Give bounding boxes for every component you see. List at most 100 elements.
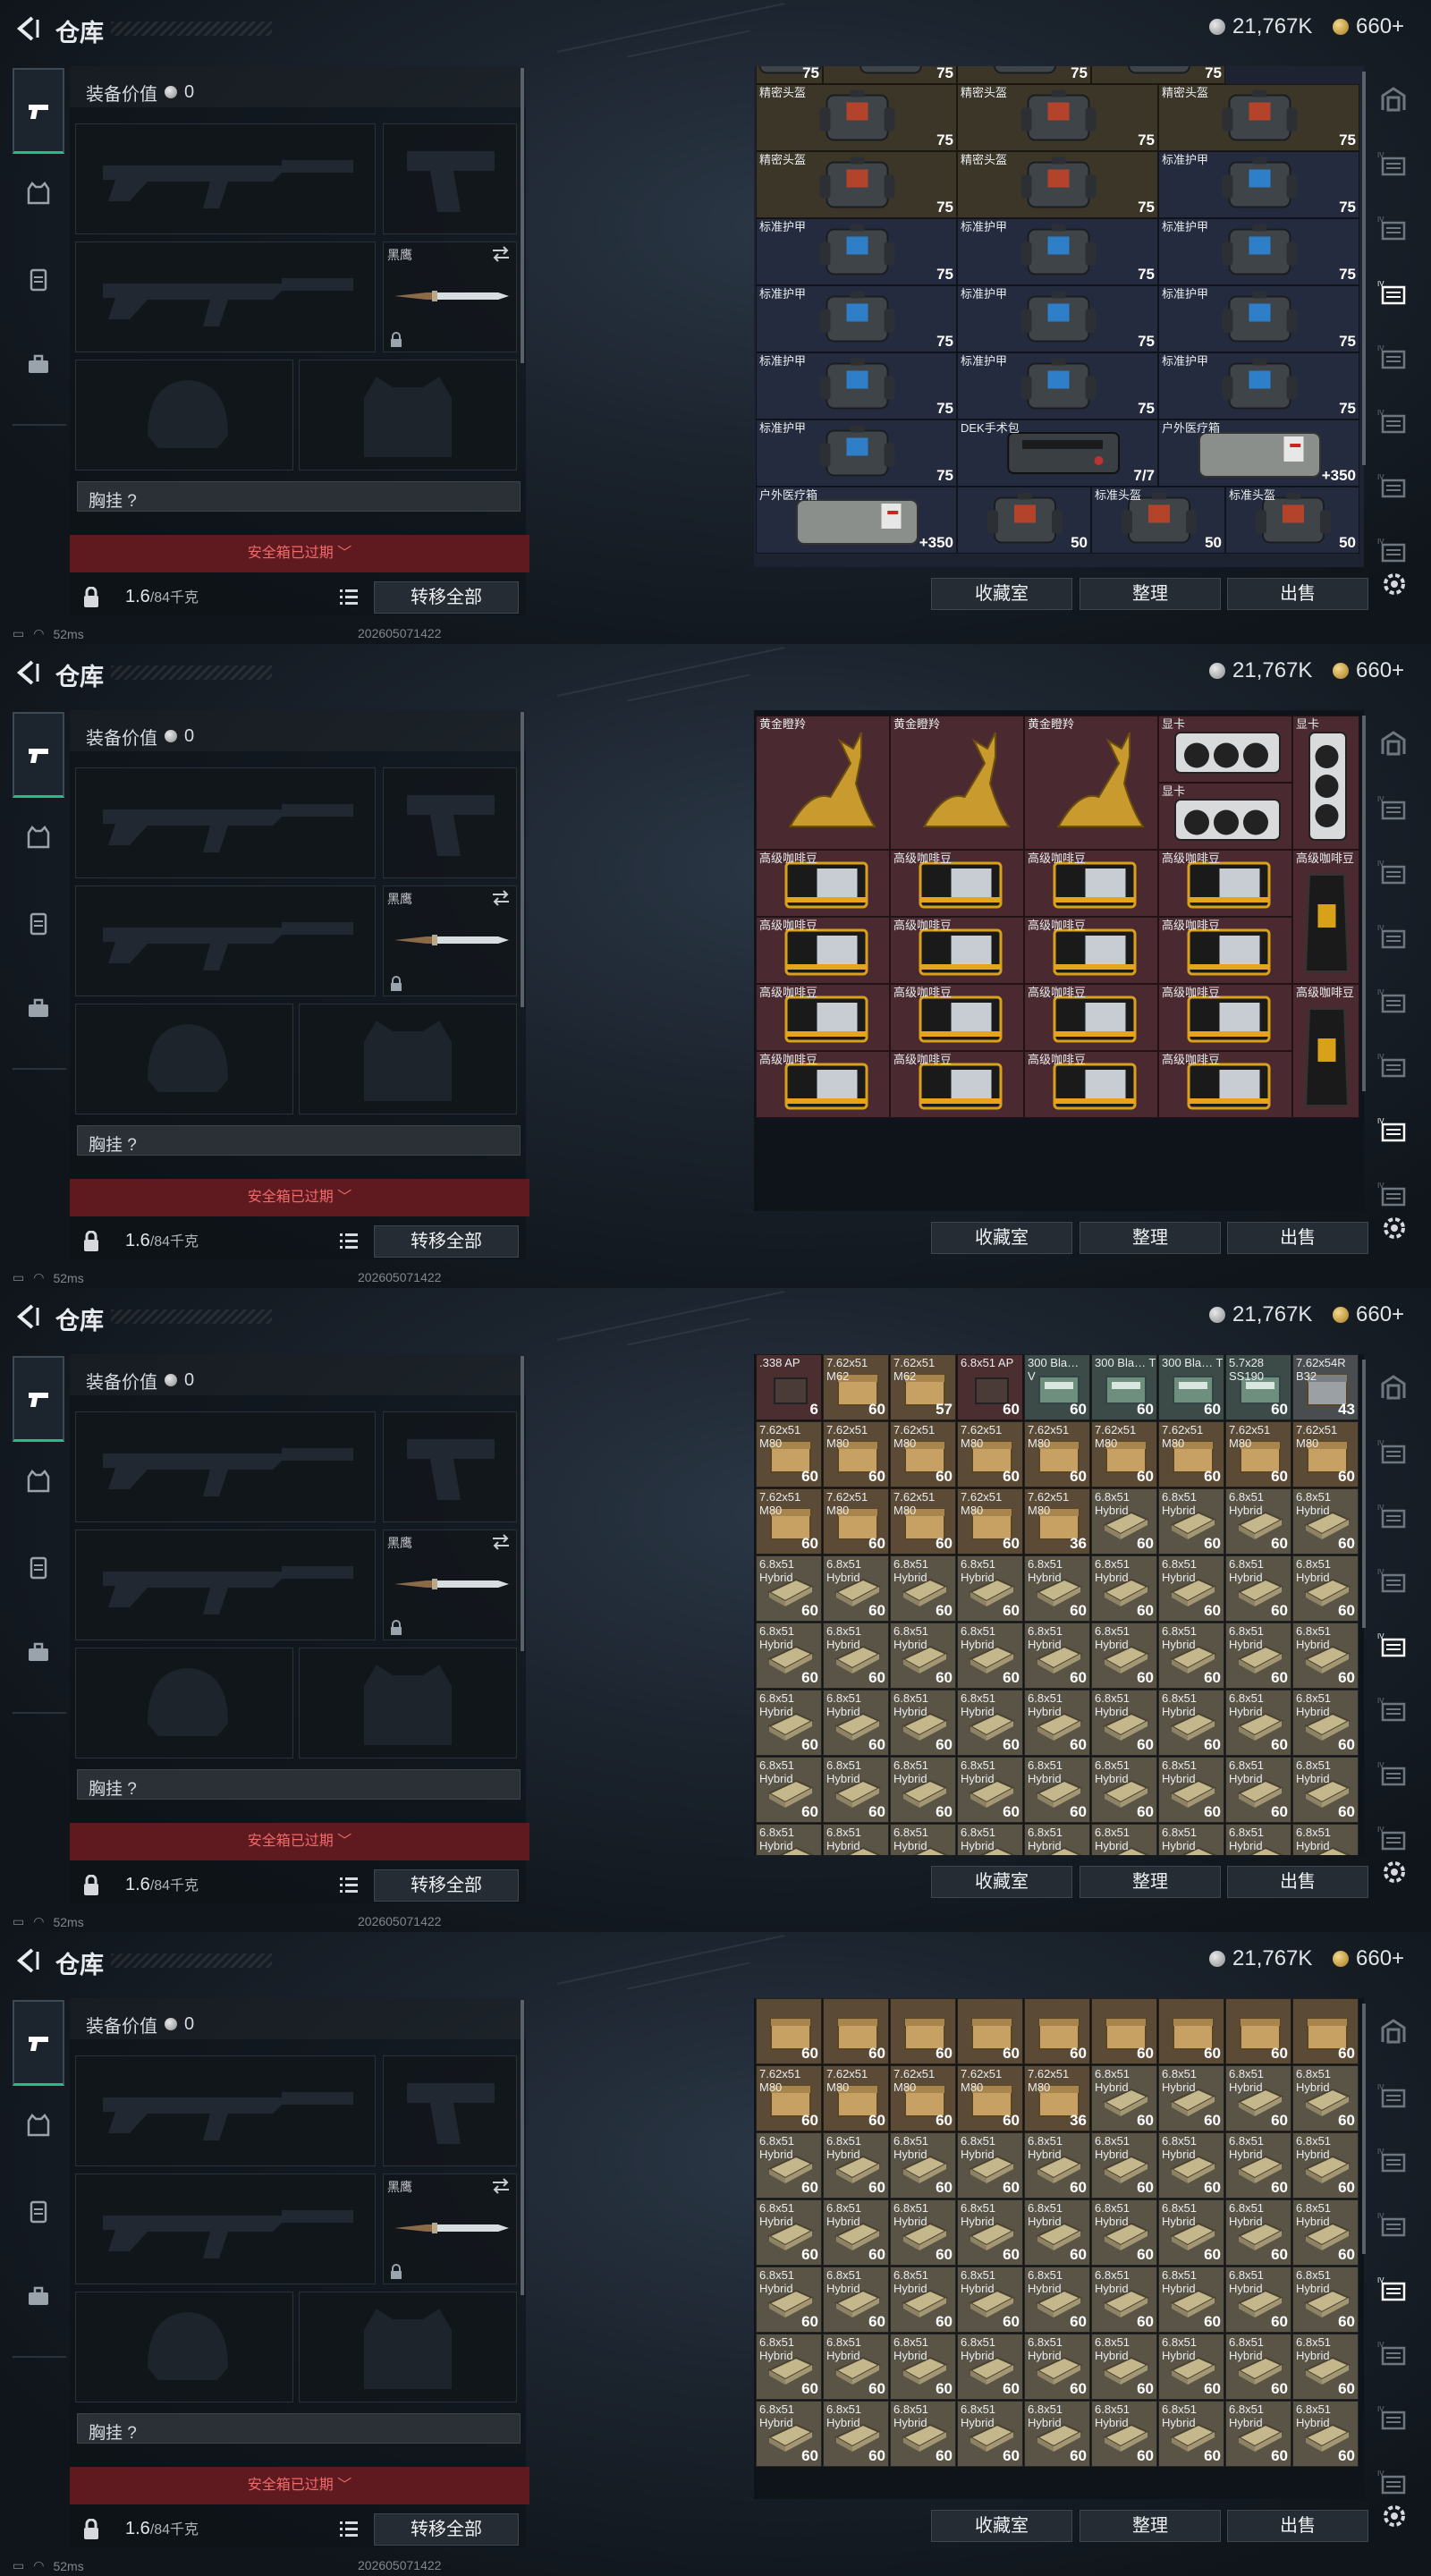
ammo-item[interactable]: 6.8x51 Hybrid60 — [1024, 2334, 1090, 2400]
ammo-item[interactable]: 7.62x51 M80 60 — [1158, 1421, 1224, 1487]
silver-currency[interactable]: 21,767K — [1209, 14, 1312, 39]
tab-safe-case[interactable] — [13, 1617, 64, 1689]
ammo-item[interactable]: 7.62x51 M80 60 — [1091, 1421, 1157, 1487]
ammo-item[interactable]: 6.8x51 Hybrid60 — [823, 1757, 889, 1823]
ammo-item[interactable]: 6.8x51 Hybrid60 — [957, 1824, 1023, 1855]
ammo-item[interactable]: 6.8x51 Hybrid60 — [1292, 2132, 1359, 2199]
primary-weapon-slot[interactable] — [75, 1411, 376, 1522]
ammo-item[interactable]: 6.8x51 Hybrid60 — [1292, 2334, 1359, 2400]
sell-button[interactable]: 出售 — [1227, 578, 1368, 610]
ammo-item[interactable]: 7.62x51 M80 60 — [823, 1488, 889, 1555]
transfer-all-button[interactable]: 转移全部 — [374, 2513, 519, 2546]
safe-case-expired-banner[interactable]: 安全箱已过期 ﹀ — [70, 1823, 529, 1860]
ammo-item[interactable]: 6.8x51 Hybrid60 — [1158, 1690, 1224, 1756]
ammo-item[interactable]: 6.8x51 Hybrid60 — [1225, 2065, 1291, 2131]
ammo-item[interactable]: 6.8x51 Hybrid60 — [1158, 2199, 1224, 2266]
ammo-item[interactable]: 6.8x51 Hybrid60 — [890, 1555, 956, 1622]
equipment-scrollbar[interactable] — [521, 1356, 524, 1651]
ammo-item[interactable]: 6.8x51 Hybrid60 — [1024, 1690, 1090, 1756]
ammo-item[interactable]: 6.8x51 Hybrid60 — [756, 2401, 822, 2467]
helmet-slot[interactable] — [75, 1648, 293, 1758]
helmet-item[interactable]: 精密头盔 75 — [756, 84, 957, 151]
ammo-item[interactable]: 6.8x51 Hybrid60 — [1091, 1555, 1157, 1622]
list-icon[interactable] — [338, 1875, 360, 1894]
ammo-item[interactable]: 60 — [890, 1998, 956, 2064]
gpu-item[interactable]: 显卡 — [1158, 716, 1292, 783]
chest-rig-slot[interactable]: 胸挂 ? — [77, 481, 521, 512]
tab-armor[interactable] — [13, 2089, 64, 2161]
transfer-all-button[interactable]: 转移全部 — [374, 581, 519, 614]
stash-tab-4[interactable]: IV — [1372, 1547, 1415, 1612]
ammo-item[interactable]: 6.8x51 Hybrid60 — [1225, 1824, 1291, 1855]
helmet-item[interactable]: 标准头盔 50 — [1091, 487, 1225, 554]
ammo-item[interactable]: 6.8x51 Hybrid60 — [1024, 1623, 1090, 1689]
armor-item[interactable]: 标准护甲 75 — [1158, 218, 1359, 285]
ammo-item[interactable]: 6.8x51 Hybrid60 — [1225, 1757, 1291, 1823]
ammo-item[interactable]: 6.8x51 Hybrid60 — [823, 2267, 889, 2333]
gazelle-item[interactable]: 黄金瞪羚 — [890, 716, 1024, 850]
ammo-item[interactable]: 6.8x51 Hybrid60 — [957, 2267, 1023, 2333]
ammo-item[interactable]: 5.7x28 SS190 60 — [1225, 1354, 1291, 1420]
ammo-item[interactable]: 7.62x51 M80 60 — [756, 2065, 822, 2131]
sell-button[interactable]: 出售 — [1227, 1222, 1368, 1254]
stash-tab-main[interactable] — [1372, 1354, 1415, 1419]
ammo-item[interactable]: 7.62x51 M80 60 — [1225, 1421, 1291, 1487]
coffee-item[interactable]: 高级咖啡豆 — [756, 850, 890, 917]
ammo-item[interactable]: 7.62x51 M80 60 — [756, 1488, 822, 1555]
ammo-item[interactable]: 6.8x51 Hybrid60 — [823, 1555, 889, 1622]
ammo-item[interactable]: 6.8x51 Hybrid60 — [756, 1623, 822, 1689]
ammo-item[interactable]: 7.62x51 M80 60 — [823, 1421, 889, 1487]
safe-case-expired-banner[interactable]: 安全箱已过期 ﹀ — [70, 2467, 529, 2504]
ammo-item[interactable]: 7.62x51 M80 60 — [1292, 1421, 1359, 1487]
ammo-item[interactable]: 6.8x51 Hybrid60 — [1225, 2401, 1291, 2467]
equipment-scrollbar[interactable] — [521, 2000, 524, 2295]
stash-tab-3[interactable]: IV — [1372, 1483, 1415, 1547]
stash-tab-4[interactable]: IV — [1372, 259, 1415, 324]
gear-icon[interactable] — [1377, 1211, 1411, 1245]
pistol-slot[interactable] — [383, 767, 517, 878]
ammo-item[interactable]: 6.8x51 Hybrid60 — [1024, 1555, 1090, 1622]
ammo-item[interactable]: 6.8x51 Hybrid60 — [1091, 1824, 1157, 1855]
transfer-all-button[interactable]: 转移全部 — [374, 1225, 519, 1258]
tab-rig[interactable] — [13, 243, 64, 315]
ammo-item[interactable]: 6.8x51 Hybrid60 — [1091, 1623, 1157, 1689]
ammo-item[interactable]: 7.62x51 M80 60 — [890, 1488, 956, 1555]
ammo-item[interactable]: 6.8x51 Hybrid60 — [1292, 1488, 1359, 1555]
helmet-item[interactable]: 75 — [1091, 66, 1225, 84]
ammo-item[interactable]: 60 — [1225, 1998, 1291, 2064]
gpu-item[interactable]: 显卡 — [1158, 783, 1292, 850]
chest-rig-slot[interactable]: 胸挂 ? — [77, 1769, 521, 1800]
ammo-item[interactable]: 6.8x51 Hybrid60 — [823, 1690, 889, 1756]
coffee-item[interactable]: 高级咖啡豆 — [1158, 850, 1292, 917]
stash-tab-7[interactable]: IV — [1372, 1741, 1415, 1805]
ammo-item[interactable]: 6.8x51 Hybrid60 — [1158, 1824, 1224, 1855]
sort-button[interactable]: 整理 — [1080, 1866, 1221, 1898]
tab-weapons[interactable] — [13, 1356, 64, 1442]
tab-rig[interactable] — [13, 887, 64, 959]
melee-slot[interactable]: 黑鹰 — [383, 1530, 517, 1640]
ammo-item[interactable]: 6.8x51 Hybrid60 — [1292, 1623, 1359, 1689]
tab-safe-case[interactable] — [13, 2261, 64, 2333]
secondary-weapon-slot[interactable] — [75, 1530, 376, 1640]
ammo-item[interactable]: 6.8x51 Hybrid60 — [756, 1824, 822, 1855]
sort-button[interactable]: 整理 — [1080, 578, 1221, 610]
ammo-item[interactable]: 7.62x51 M80 60 — [957, 1488, 1023, 1555]
equipment-scrollbar[interactable] — [521, 68, 524, 363]
armor-item[interactable]: 标准护甲 75 — [756, 352, 957, 419]
stash-tab-3[interactable]: IV — [1372, 2127, 1415, 2191]
ammo-item[interactable]: 6.8x51 Hybrid60 — [1158, 2132, 1224, 2199]
ammo-item[interactable]: 6.8x51 Hybrid60 — [1292, 2199, 1359, 2266]
ammo-item[interactable]: 60 — [823, 1998, 889, 2064]
secondary-weapon-slot[interactable] — [75, 886, 376, 996]
ammo-item[interactable]: 6.8x51 Hybrid60 — [1158, 1623, 1224, 1689]
stash-tab-6[interactable]: IV — [1372, 1032, 1415, 1097]
chest-rig-slot[interactable]: 胸挂 ? — [77, 2413, 521, 2444]
collection-button[interactable]: 收藏室 — [931, 1222, 1072, 1254]
tab-weapons[interactable] — [13, 68, 64, 154]
tab-armor[interactable] — [13, 801, 64, 873]
ammo-item[interactable]: 6.8x51 Hybrid60 — [1225, 2199, 1291, 2266]
ammo-item[interactable]: 6.8x51 Hybrid60 — [1292, 1757, 1359, 1823]
ammo-item[interactable]: 6.8x51 Hybrid60 — [1024, 2401, 1090, 2467]
ammo-item[interactable]: 6.8x51 Hybrid60 — [1158, 2065, 1224, 2131]
ammo-item[interactable]: 6.8x51 Hybrid60 — [1091, 2199, 1157, 2266]
